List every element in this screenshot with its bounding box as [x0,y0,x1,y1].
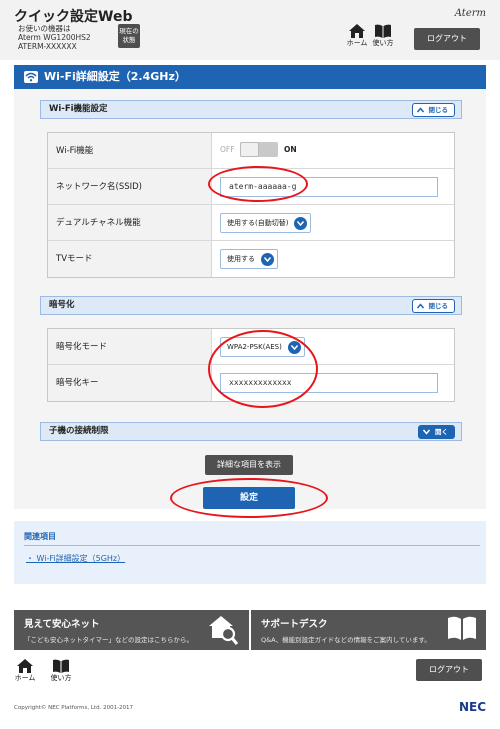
current-status-button[interactable]: 現在の 状態 [118,24,140,48]
show-details-button[interactable]: 詳細な項目を表示 [205,455,293,475]
wifi-icon [24,71,38,83]
section-header-encryption: 暗号化 閉じる [40,296,462,315]
related-link-label: Wi-Fi詳細設定（5GHz） [36,554,126,563]
copyright: Copyright© NEC Platforms, Ltd. 2001-2017 [14,705,134,711]
tv-mode-label: TVモード [48,241,212,277]
related-link-wifi-5ghz[interactable]: ・ Wi-Fi詳細設定（5GHz） [26,553,125,564]
page-title-bar: Wi-Fi詳細設定（2.4GHz） [14,65,486,89]
book-icon [53,659,69,673]
dual-channel-value: 使用する(自動切替) [227,219,289,227]
section-header-wifi: Wi-Fi機能設定 閉じる [40,100,462,119]
table-row: ネットワーク名(SSID) aterm-aaaaaa-g [48,169,454,205]
house-search-icon [209,616,239,645]
promo-title: サポートデスク [261,619,328,630]
promo-support-desk[interactable]: サポートデスク Q&A、機能別設定ガイドなどの情報をご案内しています。 [251,610,486,650]
table-row: Wi-Fi機能 OFF ON [48,133,454,169]
encryption-key-field[interactable]: xxxxxxxxxxxxx [220,373,438,393]
submit-button[interactable]: 設定 [203,487,295,509]
nec-logo: NEC [458,700,486,714]
device-info: お使いの機器は Aterm WG1200HS2 ATERM-XXXXXX [18,24,91,51]
manual-label: 使い方 [372,39,394,47]
tv-mode-select[interactable]: 使用する [220,249,278,269]
chevron-down-icon [294,217,308,230]
encryption-mode-value: WPA2-PSK(AES) [227,343,282,351]
table-row: 暗号化モード WPA2-PSK(AES) [48,329,454,365]
switch-on-label: ON [284,145,297,154]
section-title-child-limit: 子機の接続制限 [49,426,109,436]
collapse-wifi-label: 閉じる [428,106,449,114]
chevron-down-icon [261,253,274,266]
device-model: Aterm WG1200HS2 [18,33,91,42]
wifi-function-label: Wi-Fi機能 [48,133,212,168]
dual-channel-label: デュアルチャネル機能 [48,205,212,240]
table-row: 暗号化キー xxxxxxxxxxxxx [48,365,454,401]
wifi-settings-table: Wi-Fi機能 OFF ON ネットワーク名(SSID) aterm-aaaaa… [47,132,455,278]
encryption-mode-label: 暗号化モード [48,329,212,364]
home-icon [349,24,365,38]
switch-knob [240,142,259,157]
dual-channel-select[interactable]: 使用する(自動切替) [220,213,312,233]
ssid-label: ネットワーク名(SSID) [48,169,212,204]
footer-home-label: ホーム [14,674,36,682]
home-label: ホーム [346,39,368,47]
section-header-child-limit: 子機の接続制限 開く [40,422,462,441]
promo-mieru-anshin-net[interactable]: 見えて安心ネット 「こども安心ネットタイマー」などの設定はこちらから。 [14,610,249,650]
manual-button[interactable]: 使い方 [370,24,396,48]
collapse-encryption-label: 閉じる [428,302,449,310]
chevron-down-icon [423,429,430,435]
device-caption: お使いの機器は [18,24,71,33]
related-divider [24,545,480,546]
chevron-up-icon [416,107,424,113]
switch-off-label: OFF [220,145,235,154]
expand-child-limit-label: 開く [435,428,448,436]
footer-logout-button[interactable]: ログアウト [416,659,482,681]
table-row: TVモード 使用する [48,241,454,277]
footer-manual-label: 使い方 [50,674,72,682]
promo-subtitle: 「こども安心ネットタイマー」などの設定はこちらから。 [24,636,193,644]
header-bar: クイック設定Web お使いの機器は Aterm WG1200HS2 ATERM-… [0,0,500,60]
chevron-down-icon [287,341,301,354]
book-icon [375,24,391,38]
encryption-table: 暗号化モード WPA2-PSK(AES) 暗号化キー xxxxxxxxxxxxx [47,328,455,402]
related-items-panel: 関連項目 ・ Wi-Fi詳細設定（5GHz） [14,521,486,584]
section-title-wifi: Wi-Fi機能設定 [49,104,108,114]
tv-mode-value: 使用する [227,255,255,263]
table-row: デュアルチャネル機能 使用する(自動切替) [48,205,454,241]
collapse-encryption-button[interactable]: 閉じる [411,299,455,313]
related-title: 関連項目 [24,532,56,541]
expand-child-limit-button[interactable]: 開く [418,425,455,439]
logout-button[interactable]: ログアウト [414,28,480,50]
collapse-wifi-button[interactable]: 閉じる [411,103,455,117]
section-title-encryption: 暗号化 [49,300,75,310]
promo-title: 見えて安心ネット [24,619,100,630]
page-title: Wi-Fi詳細設定（2.4GHz） [44,70,186,83]
home-icon [17,659,33,673]
book-icon [448,616,476,640]
ssid-field[interactable]: aterm-aaaaaa-g [220,177,438,197]
home-button[interactable]: ホーム [344,24,370,48]
app-title: クイック設定Web [14,9,133,25]
footer-manual-button[interactable]: 使い方 [48,659,74,683]
promo-subtitle: Q&A、機能別設定ガイドなどの情報をご案内しています。 [261,636,431,644]
footer-home-button[interactable]: ホーム [12,659,38,683]
device-serial: ATERM-XXXXXX [18,42,77,51]
aterm-logo: Aterm [454,8,486,19]
encryption-mode-select[interactable]: WPA2-PSK(AES) [220,337,305,357]
encryption-key-label: 暗号化キー [48,365,212,401]
chevron-up-icon [416,303,424,309]
